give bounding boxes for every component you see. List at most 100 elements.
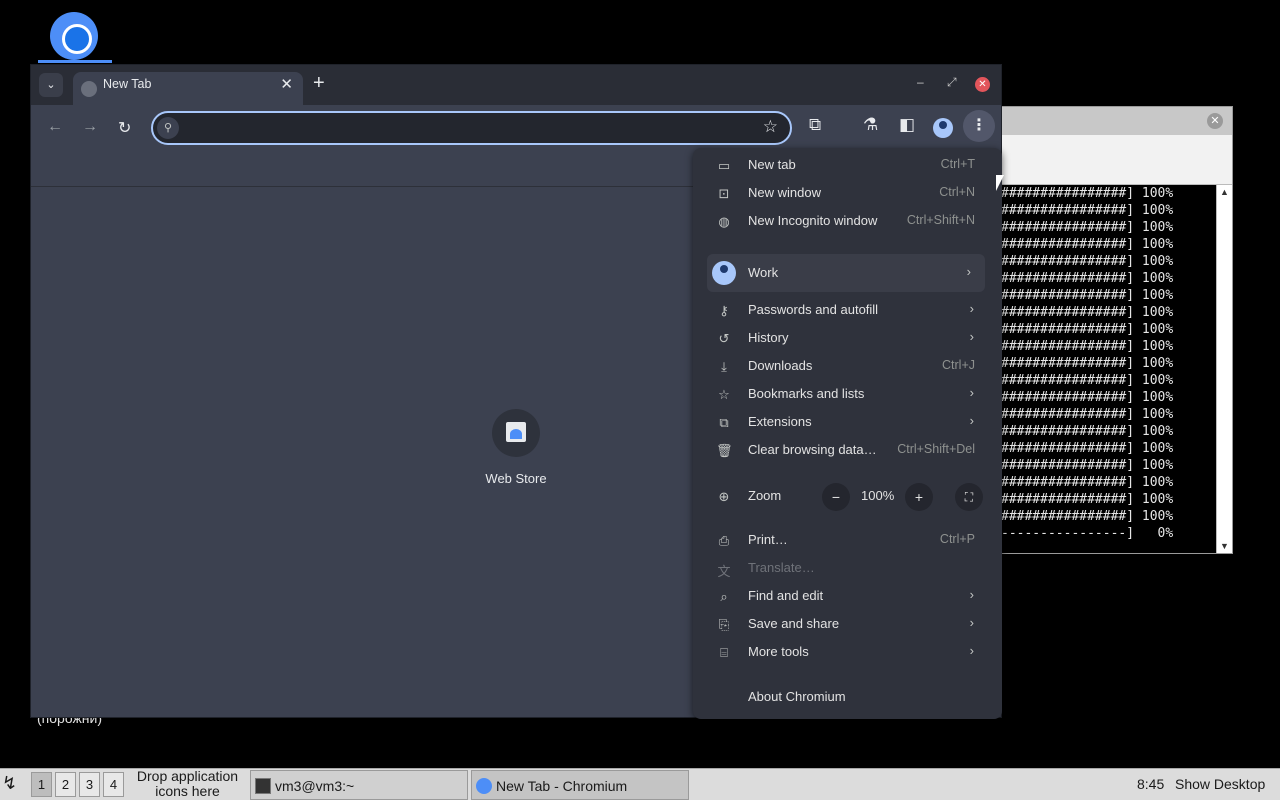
menu-item-save-and-share[interactable]: ⎘ Save and share ›: [693, 610, 1002, 638]
side-panel-icon[interactable]: ◧: [899, 115, 915, 135]
forward-icon[interactable]: →: [82, 118, 98, 136]
menu-item-label: New tab: [748, 157, 796, 172]
tab-title: New Tab: [103, 77, 152, 91]
zoom-in-button[interactable]: +: [905, 483, 933, 511]
show-desktop-button[interactable]: Show Desktop: [1175, 776, 1265, 792]
bookmark-star-icon[interactable]: ☆: [763, 117, 778, 137]
trash-icon: 🗑: [716, 443, 733, 458]
chevron-right-icon: ›: [969, 615, 974, 630]
task-label: New Tab - Chromium: [496, 778, 628, 794]
tab-strip: ⌄ New Tab ✕ + – ⤢ ✕: [31, 65, 1001, 105]
incognito-icon: ◍: [718, 214, 730, 229]
terminal-line: ################] 100%: [1001, 458, 1174, 473]
terminal-line: ################] 100%: [1001, 220, 1174, 235]
print-icon: ⎙: [718, 533, 730, 548]
task-chromium[interactable]: New Tab - Chromium: [471, 770, 689, 800]
terminal-line: ################] 100%: [1001, 373, 1174, 388]
menu-item-extensions[interactable]: ⧉ Extensions ›: [693, 408, 1002, 436]
menu-item-print[interactable]: ⎙ Print… Ctrl+P: [693, 526, 1002, 554]
download-icon: ⤓: [721, 359, 727, 374]
menu-item-downloads[interactable]: ⤓ Downloads Ctrl+J: [693, 352, 1002, 380]
terminal-line: ################] 100%: [1001, 424, 1174, 439]
terminal-window[interactable]: ✕ ################] 100% ################…: [1000, 106, 1233, 554]
menu-item-shortcut: Ctrl+Shift+Del: [897, 442, 975, 456]
fullscreen-icon[interactable]: ⛶: [955, 483, 983, 511]
chevron-right-icon: ›: [969, 643, 974, 658]
menu-item-label: New window: [748, 185, 821, 200]
save-icon: ⎘: [718, 617, 730, 632]
menu-item-work-profile[interactable]: Work ›: [707, 254, 985, 292]
menu-item-about[interactable]: About Chromium: [693, 683, 1002, 711]
menu-item-passwords[interactable]: ⚷ Passwords and autofill ›: [693, 296, 1002, 324]
key-icon: ⚷: [719, 303, 729, 318]
translate-icon: 文: [717, 564, 731, 579]
menu-item-label: Work: [748, 265, 779, 280]
menu-item-find-and-edit[interactable]: ⌕ Find and edit ›: [693, 582, 1002, 610]
menu-item-label: Bookmarks and lists: [748, 386, 865, 401]
terminal-close-icon[interactable]: ✕: [1207, 113, 1223, 129]
zoom-out-button[interactable]: −: [822, 483, 850, 511]
menu-item-new-window[interactable]: ⊡ New window Ctrl+N: [693, 179, 1002, 207]
chromium-desktop-icon[interactable]: [38, 12, 112, 64]
terminal-scrollbar[interactable]: ▲ ▼: [1216, 185, 1232, 553]
minimize-icon[interactable]: –: [917, 75, 924, 89]
labs-flask-icon[interactable]: ⚗: [863, 115, 878, 135]
kebab-menu-icon[interactable]: ⋮: [963, 110, 995, 142]
terminal-line: ################] 100%: [1001, 254, 1174, 269]
terminal-line: ################] 100%: [1001, 186, 1174, 201]
menu-item-new-incognito-window[interactable]: ◍ New Incognito window Ctrl+Shift+N: [693, 207, 1002, 235]
launcher-drop-zone: Drop application icons here: [136, 768, 239, 799]
terminal-line: ################] 100%: [1001, 288, 1174, 303]
toolbar: ← → ↻ ⚲ ☆ ⧉ ⚗ ◧ ⋮: [31, 105, 1001, 151]
menu-item-label: More tools: [748, 644, 809, 659]
menu-item-new-tab[interactable]: ▭ New tab Ctrl+T: [693, 151, 1002, 179]
chevron-right-icon: ›: [969, 385, 974, 400]
new-window-icon: ⊡: [718, 186, 730, 201]
tab-search-icon[interactable]: ⌄: [39, 73, 63, 97]
menu-item-more-tools[interactable]: ⌸ More tools ›: [693, 638, 1002, 666]
taskbar: ↯ 1 2 3 4 Drop application icons here vm…: [0, 768, 1280, 800]
scroll-up-icon[interactable]: ▲: [1220, 187, 1229, 197]
menu-item-shortcut: Ctrl+N: [939, 185, 975, 199]
tab-close-icon[interactable]: ✕: [280, 75, 293, 93]
workspace-3[interactable]: 3: [79, 772, 100, 797]
profile-avatar-icon[interactable]: [933, 118, 953, 138]
app-launcher-icon[interactable]: ↯: [2, 773, 17, 794]
terminal-line: ----------------] 0%: [1001, 526, 1174, 541]
search-icon: ⚲: [157, 117, 179, 139]
web-store-shortcut[interactable]: Web Store: [469, 409, 563, 486]
extensions-puzzle-icon[interactable]: ⧉: [809, 115, 821, 135]
app-menu: ▭ New tab Ctrl+T ⊡ New window Ctrl+N ◍ N…: [693, 148, 1002, 719]
tab-new-tab[interactable]: New Tab ✕: [73, 72, 303, 105]
task-terminal[interactable]: vm3@vm3:~: [250, 770, 468, 800]
menu-item-history[interactable]: ↺ History ›: [693, 324, 1002, 352]
menu-item-shortcut: Ctrl+Shift+N: [906, 213, 975, 227]
terminal-line: ################] 100%: [1001, 322, 1174, 337]
scroll-down-icon[interactable]: ▼: [1220, 541, 1229, 551]
reload-icon[interactable]: ↻: [118, 118, 131, 138]
back-icon[interactable]: ←: [47, 118, 63, 136]
menu-item-clear-browsing-data[interactable]: 🗑 Clear browsing data… Ctrl+Shift+Del: [693, 436, 1002, 464]
window-close-icon[interactable]: ✕: [975, 77, 990, 92]
workspace-4[interactable]: 4: [103, 772, 124, 797]
menu-item-shortcut: Ctrl+P: [939, 532, 975, 546]
workspace-1[interactable]: 1: [31, 772, 52, 797]
profile-avatar-icon: [712, 261, 736, 285]
address-input[interactable]: [185, 117, 745, 139]
terminal-line: ################] 100%: [1001, 356, 1174, 371]
menu-item-bookmarks[interactable]: ☆ Bookmarks and lists ›: [693, 380, 1002, 408]
omnibox[interactable]: ⚲ ☆: [151, 111, 792, 145]
find-icon: ⌕: [720, 589, 728, 604]
chevron-right-icon: ›: [969, 301, 974, 316]
workspace-2[interactable]: 2: [55, 772, 76, 797]
terminal-titlebar[interactable]: [1001, 107, 1232, 135]
menu-item-label: Extensions: [748, 414, 812, 429]
menu-item-label: Clear browsing data…: [748, 442, 877, 457]
menu-item-shortcut: Ctrl+J: [942, 358, 975, 372]
menu-item-label: Print…: [748, 532, 788, 547]
new-tab-plus-icon[interactable]: +: [313, 72, 325, 95]
maximize-icon[interactable]: ⤢: [947, 75, 957, 90]
terminal-line: ################] 100%: [1001, 271, 1174, 286]
chevron-right-icon: ›: [969, 329, 974, 344]
terminal-output: ################] 100% ################] …: [1001, 185, 1217, 553]
